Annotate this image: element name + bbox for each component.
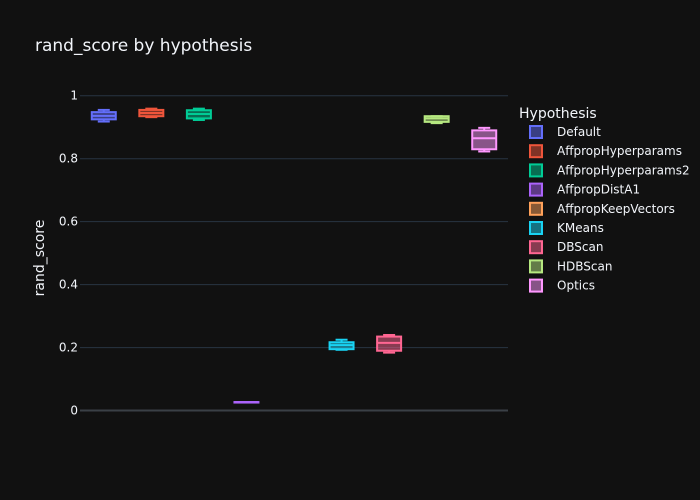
y-tick-label: 0	[70, 404, 78, 418]
legend-swatch	[529, 278, 543, 293]
box-AffpropDistA1[interactable]	[233, 401, 260, 404]
legend-item-AffpropDistA1[interactable]: AffpropDistA1	[529, 182, 640, 197]
legend-item-Default[interactable]: Default	[529, 125, 601, 139]
legend-swatch	[529, 259, 543, 274]
legend-swatch	[529, 201, 543, 216]
legend-label: Default	[557, 125, 601, 139]
legend-label: AffpropHyperparams2	[557, 163, 690, 177]
chart-root: rand_score by hypothesis 0 0.2 0.4 0.6 0.8 1 …	[0, 0, 700, 500]
box-iqr	[471, 129, 498, 151]
legend-item-KMeans[interactable]: KMeans	[529, 221, 604, 235]
grid	[80, 95, 508, 412]
legend-title: Hypothesis	[519, 106, 597, 122]
y-tick-label: 0.4	[59, 278, 78, 292]
legend-label: AffpropDistA1	[557, 183, 640, 197]
legend-swatch	[529, 144, 543, 159]
legend-label: AffpropHyperparams	[557, 144, 682, 158]
y-tick-label: 1	[70, 89, 78, 103]
box-Default[interactable]	[90, 108, 117, 123]
box-AffpropHyperparams[interactable]	[138, 107, 165, 119]
box-chart: rand_score by hypothesis 00.20.40.60.81 …	[32, 36, 690, 418]
box-HDBScan[interactable]	[423, 115, 450, 125]
box-Optics[interactable]	[471, 126, 498, 153]
legend-item-AffpropHyperparams[interactable]: AffpropHyperparams	[529, 144, 682, 159]
legend-label: HDBScan	[557, 259, 612, 273]
legend-item-Optics[interactable]: Optics	[529, 278, 595, 293]
legend-label: KMeans	[557, 221, 604, 235]
legend-item-AffpropKeepVectors[interactable]: AffpropKeepVectors	[529, 201, 675, 216]
legend-swatch	[529, 221, 543, 235]
box-KMeans[interactable]	[328, 338, 355, 351]
legend-swatch	[529, 240, 543, 255]
legend-swatch	[529, 125, 543, 139]
y-tick-label: 0.6	[59, 215, 78, 229]
legend[interactable]: Default AffpropHyperparams AffpropHyperpar…	[529, 125, 690, 293]
legend-item-HDBScan[interactable]: HDBScan	[529, 259, 612, 274]
legend-label: DBScan	[557, 240, 603, 254]
legend-label: Optics	[557, 279, 595, 293]
box-AffpropHyperparams2[interactable]	[185, 107, 212, 121]
legend-swatch	[529, 182, 543, 197]
y-axis-ticks: 0 0.2 0.4 0.6 0.8 1	[59, 89, 78, 418]
y-tick-label: 0.2	[59, 341, 78, 355]
legend-label: AffpropKeepVectors	[557, 202, 675, 216]
legend-item-AffpropHyperparams2[interactable]: AffpropHyperparams2	[529, 163, 690, 178]
box-DBScan[interactable]	[376, 334, 403, 354]
boxes	[90, 107, 498, 404]
legend-item-DBScan[interactable]: DBScan	[529, 240, 603, 255]
y-tick-label: 0.8	[59, 152, 78, 166]
y-axis-title: rand_score	[32, 220, 48, 297]
chart-title: rand_score by hypothesis	[35, 36, 252, 56]
legend-swatch	[529, 163, 543, 178]
